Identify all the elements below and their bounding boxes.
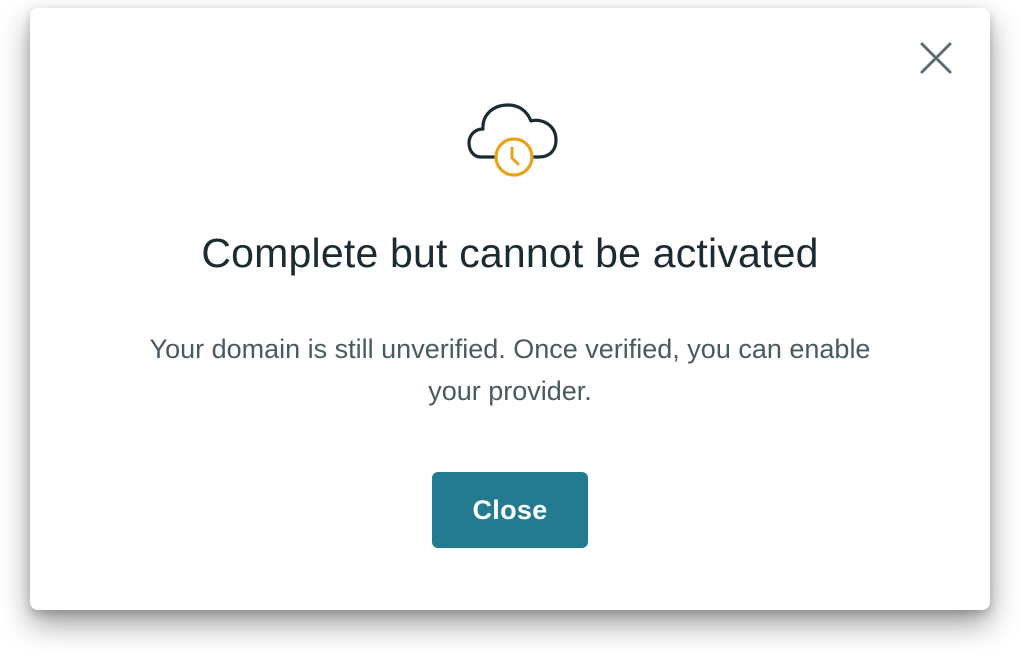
close-icon[interactable] bbox=[918, 40, 954, 76]
dialog-title: Complete but cannot be activated bbox=[201, 230, 819, 276]
dialog-message: Your domain is still unverified. Once ve… bbox=[149, 334, 871, 406]
close-button[interactable]: Close bbox=[432, 472, 588, 548]
page-backdrop: Complete but cannot be activated Your do… bbox=[0, 0, 1020, 666]
modal-dialog: Complete but cannot be activated Your do… bbox=[30, 8, 990, 610]
cloud-clock-icon bbox=[467, 103, 558, 177]
